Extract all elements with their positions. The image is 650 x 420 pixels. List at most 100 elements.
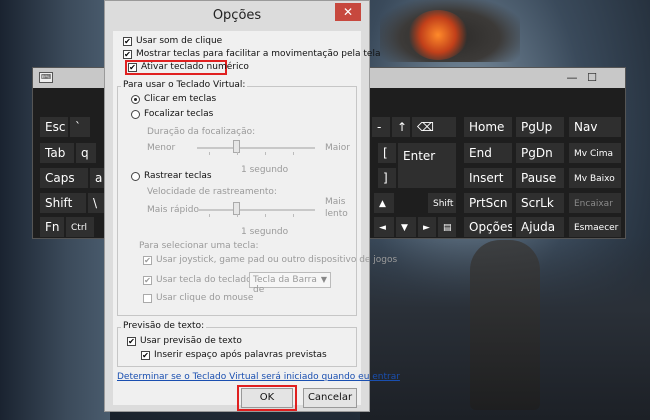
key-shift-right[interactable]: Shift — [427, 192, 457, 214]
hover-slider-tick — [237, 152, 238, 155]
checkbox-numeric-keypad[interactable]: ✔ — [128, 62, 137, 72]
checkbox-click-sound[interactable]: ✔ — [123, 36, 132, 46]
option-insert-space[interactable]: ✔ Inserir espaço após palavras previstas — [141, 350, 327, 360]
key-tab[interactable]: Tab — [39, 142, 75, 164]
key-caps[interactable]: Caps — [39, 167, 89, 189]
key-up-arrow[interactable]: ↑ — [391, 116, 411, 138]
option-numeric-keypad-label: Ativar teclado numérico — [141, 62, 249, 72]
option-show-keys-label: Mostrar teclas para facilitar a moviment… — [136, 49, 381, 59]
radio-scan-keys[interactable] — [131, 171, 140, 181]
checkbox-show-keys[interactable]: ✔ — [123, 49, 132, 59]
hover-slider-tick — [265, 152, 266, 155]
option-scan-keys[interactable]: Rastrear teclas — [131, 171, 212, 181]
prediction-group-label: Previsão de texto: — [121, 321, 207, 331]
hover-value-label: 1 segundo — [241, 165, 289, 175]
key-prtscn[interactable]: PrtScn — [463, 192, 513, 214]
option-use-keyboard-key[interactable]: ✔ Usar tecla do teclado — [143, 275, 252, 285]
option-use-joystick[interactable]: ✔ Usar joystick, game pad ou outro dispo… — [143, 255, 397, 265]
key-ajuda[interactable]: Ajuda — [515, 216, 565, 238]
wallpaper-explosion — [408, 10, 468, 60]
option-click-sound-label: Usar som de clique — [136, 36, 223, 46]
hover-slider-tick — [293, 152, 294, 155]
key-insert[interactable]: Insert — [463, 167, 513, 189]
key-q[interactable]: q — [75, 142, 97, 164]
key-nav[interactable]: Nav — [568, 116, 622, 138]
dialog-title: Opções — [212, 8, 262, 23]
option-click-keys[interactable]: Clicar em teclas — [131, 94, 216, 104]
hover-duration-label: Duração da focalização: — [147, 127, 256, 137]
key-mv-baixo[interactable]: Mv Baixo — [568, 167, 622, 189]
option-use-keyboard-key-label: Usar tecla do teclado — [156, 275, 252, 285]
scan-slider-tick — [265, 214, 266, 217]
options-dialog: Opções ✕ ✔ Usar som de clique ✔ Mostrar … — [104, 0, 400, 412]
key-fn[interactable]: Fn — [39, 216, 65, 238]
option-hover-keys[interactable]: Focalizar teclas — [131, 109, 213, 119]
scan-slider-tick — [209, 214, 210, 217]
key-shift[interactable]: Shift — [39, 192, 87, 214]
option-click-keys-label: Clicar em teclas — [144, 94, 217, 104]
ok-button[interactable]: OK — [241, 388, 293, 408]
key-down[interactable]: ▼ — [395, 216, 417, 238]
hover-max-label: Maior — [325, 143, 350, 153]
key-backspace[interactable]: ⌫ — [411, 116, 457, 138]
option-numeric-keypad[interactable]: ✔ Ativar teclado numérico — [128, 62, 249, 72]
hover-min-label: Menor — [147, 143, 176, 153]
key-enter[interactable]: Enter — [397, 142, 457, 189]
key-backslash[interactable]: \ — [87, 192, 105, 214]
key-bracket-close[interactable]: ] — [377, 167, 397, 189]
checkbox-use-keyboard-key[interactable]: ✔ — [143, 275, 152, 285]
key-backtick[interactable]: ` — [69, 116, 91, 138]
radio-hover-keys[interactable] — [131, 109, 140, 119]
dialog-titlebar[interactable]: Opções ✕ — [105, 1, 369, 31]
key-bracket-open[interactable]: [ — [377, 142, 397, 164]
checkbox-insert-space[interactable]: ✔ — [141, 350, 150, 360]
dialog-body: ✔ Usar som de clique ✔ Mostrar teclas pa… — [113, 31, 400, 411]
maximize-button[interactable]: ☐ — [581, 70, 603, 86]
minimize-button[interactable]: — — [561, 70, 583, 86]
option-insert-space-label: Inserir espaço após palavras previstas — [154, 350, 327, 360]
chevron-down-icon: ▼ — [320, 275, 327, 284]
key-esc[interactable]: Esc — [39, 116, 69, 138]
prediction-group — [117, 327, 357, 367]
key-scrlk[interactable]: ScrLk — [515, 192, 565, 214]
key-up[interactable]: ▲ — [373, 192, 395, 214]
keyboard-key-select[interactable]: Tecla da Barra de ▼ — [249, 272, 331, 295]
key-left[interactable]: ◄ — [373, 216, 395, 238]
key-end[interactable]: End — [463, 142, 513, 164]
wallpaper-figure — [470, 240, 540, 410]
key-opcoes[interactable]: Opções — [463, 216, 513, 238]
option-use-prediction-label: Usar previsão de texto — [140, 336, 242, 346]
key-pause[interactable]: Pause — [515, 167, 565, 189]
startup-link[interactable]: Determinar se o Teclado Virtual será ini… — [117, 372, 400, 382]
option-use-joystick-label: Usar joystick, game pad ou outro disposi… — [156, 255, 398, 265]
option-use-mouse-click[interactable]: Usar clique do mouse — [143, 293, 253, 303]
key-pgup[interactable]: PgUp — [515, 116, 565, 138]
keyboard-icon: ⌨ — [39, 72, 53, 83]
scan-value-label: 1 segundo — [241, 227, 289, 237]
cancel-button[interactable]: Cancelar — [303, 388, 357, 408]
close-button[interactable]: ✕ — [335, 3, 361, 21]
key-a[interactable]: a — [89, 167, 105, 189]
key-home[interactable]: Home — [463, 116, 513, 138]
option-use-prediction[interactable]: ✔ Usar previsão de texto — [127, 336, 242, 346]
key-esmaecer[interactable]: Esmaecer — [568, 216, 622, 238]
key-ctrl[interactable]: Ctrl — [65, 216, 95, 238]
key-mv-cima[interactable]: Mv Cima — [568, 142, 622, 164]
option-click-sound[interactable]: ✔ Usar som de clique — [123, 36, 222, 46]
checkbox-use-mouse-click[interactable] — [143, 293, 152, 303]
option-show-keys[interactable]: ✔ Mostrar teclas para facilitar a movime… — [123, 49, 380, 59]
key-pgdn[interactable]: PgDn — [515, 142, 565, 164]
key-right[interactable]: ► — [417, 216, 437, 238]
checkbox-use-prediction[interactable]: ✔ — [127, 336, 136, 346]
usage-group-label: Para usar o Teclado Virtual: — [121, 80, 248, 90]
hover-duration-slider-track — [197, 147, 315, 149]
scan-speed-slider-track — [197, 209, 315, 211]
key-minus[interactable]: - — [371, 116, 391, 138]
key-encaixar[interactable]: Encaixar — [568, 192, 622, 214]
checkbox-use-joystick[interactable]: ✔ — [143, 255, 152, 265]
option-scan-keys-label: Rastrear teclas — [144, 171, 212, 181]
scan-max-label-line1: Mais — [325, 197, 346, 207]
select-key-label: Para selecionar uma tecla: — [139, 241, 259, 251]
radio-click-keys[interactable] — [131, 94, 140, 104]
key-menu[interactable]: ▤ — [437, 216, 457, 238]
